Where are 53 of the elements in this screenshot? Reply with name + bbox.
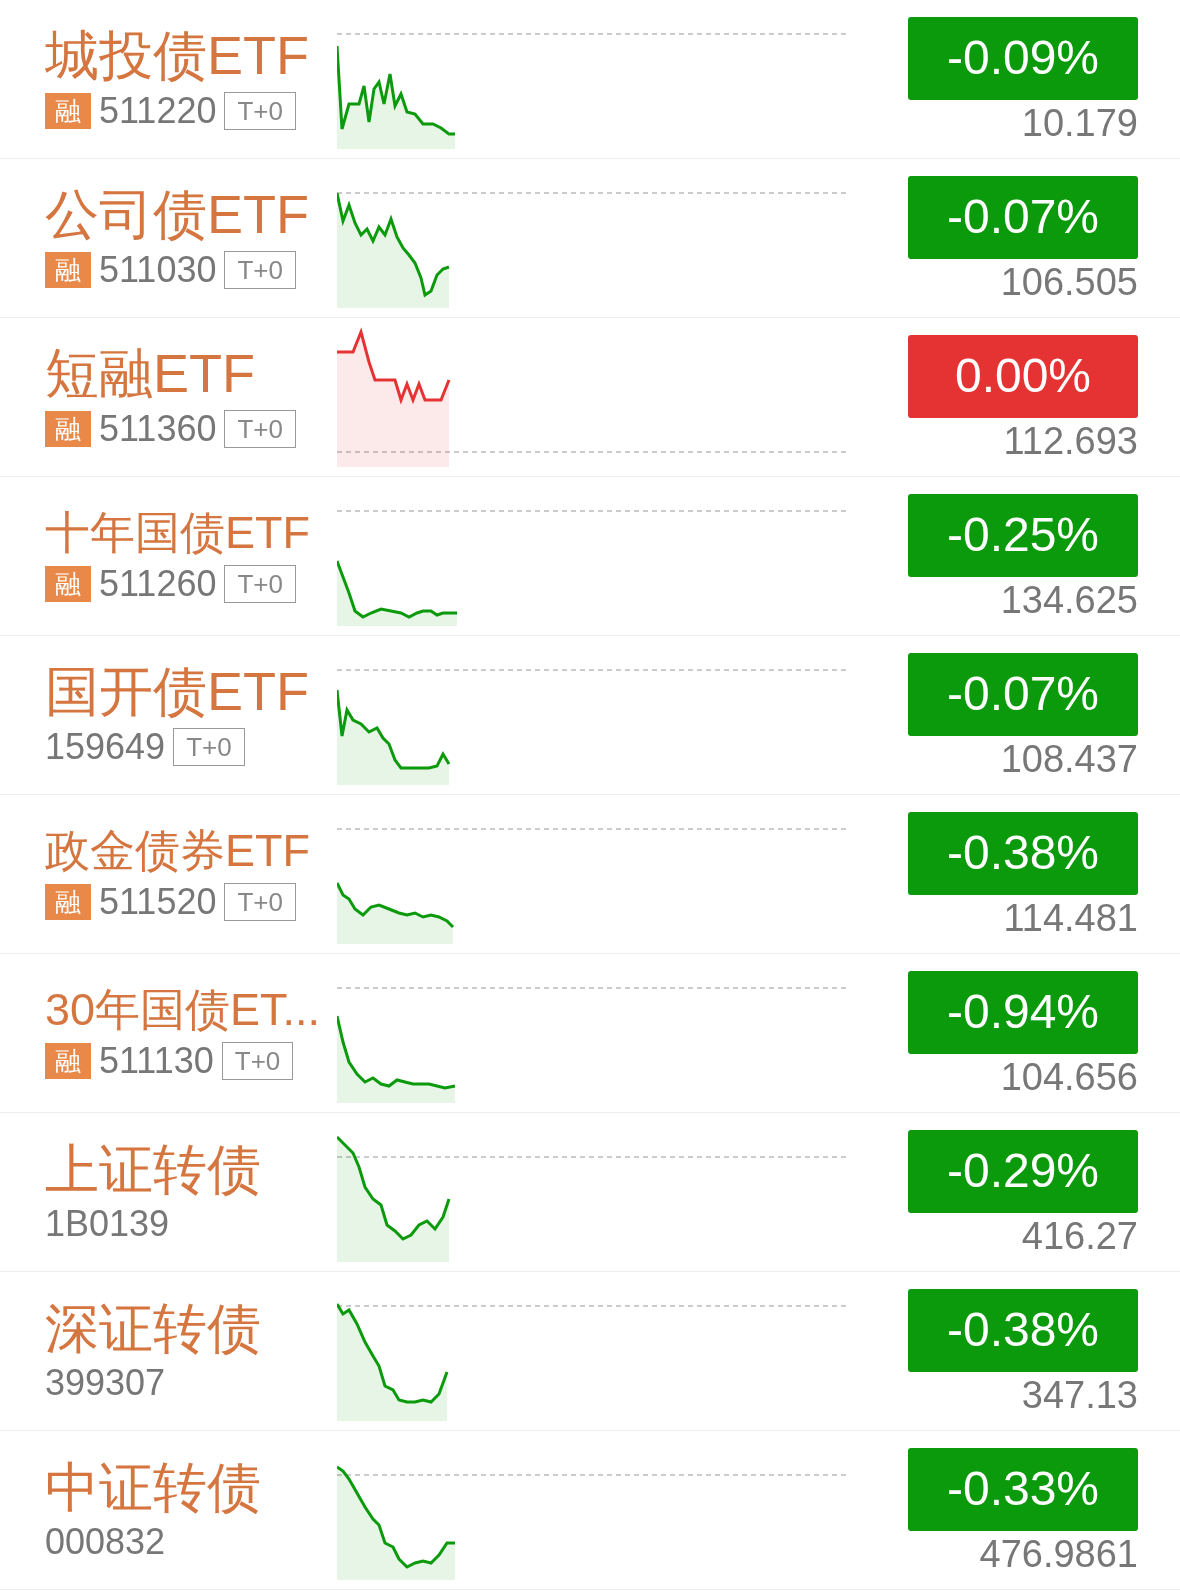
price: 104.656 (1000, 1057, 1138, 1096)
change-percent: -0.33% (908, 1447, 1138, 1531)
price: 347.13 (1021, 1375, 1138, 1414)
fund-name: 上证转债 (45, 1142, 262, 1196)
change-percent: -0.25% (908, 493, 1138, 577)
margin-badge: 融 (45, 252, 91, 288)
fund-name: 短融ETF (45, 346, 256, 400)
trading-tag: T+0 (224, 251, 296, 289)
fund-code: 511030 (99, 252, 217, 288)
fund-code: 511520 (99, 883, 217, 920)
price: 10.179 (1021, 103, 1138, 142)
price: 476.9861 (979, 1534, 1138, 1573)
price: 114.481 (1003, 898, 1138, 937)
change-percent: -0.09% (908, 16, 1138, 100)
fund-code: 399307 (45, 1365, 166, 1401)
fund-name: 30年国债ET... (45, 986, 322, 1032)
margin-badge: 融 (45, 411, 91, 447)
change-percent: 0.00% (908, 334, 1138, 418)
change-percent: -0.29% (908, 1129, 1138, 1213)
trading-tag: T+0 (221, 1041, 294, 1080)
fund-code: 511260 (99, 565, 217, 602)
margin-badge: 融 (45, 565, 91, 602)
fund-name: 十年国债ETF (45, 509, 311, 555)
fund-name: 公司债ETF (45, 187, 310, 241)
price: 106.505 (1000, 262, 1138, 301)
trading-tag: T+0 (173, 728, 245, 766)
price: 416.27 (1021, 1216, 1138, 1255)
fund-name: 中证转债 (45, 1460, 262, 1514)
price: 112.693 (1003, 421, 1138, 460)
trading-tag: T+0 (224, 882, 296, 921)
change-percent: -0.94% (908, 970, 1138, 1054)
fund-code: 000832 (45, 1524, 166, 1560)
trading-tag: T+0 (224, 92, 296, 130)
margin-badge: 融 (45, 1042, 91, 1079)
fund-code: 511130 (99, 1042, 214, 1079)
change-percent: -0.07% (908, 652, 1138, 736)
fund-name: 城投债ETF (45, 28, 310, 82)
fund-code: 159649 (45, 729, 166, 765)
trading-tag: T+0 (224, 564, 296, 603)
fund-name: 国开债ETF (45, 664, 310, 718)
price: 134.625 (1000, 580, 1138, 619)
change-percent: -0.07% (908, 175, 1138, 259)
fund-code: 511220 (99, 93, 217, 129)
trading-tag: T+0 (224, 410, 296, 448)
fund-code: 511360 (99, 411, 217, 447)
fund-name: 深证转债 (45, 1301, 262, 1355)
fund-code: 1B0139 (45, 1206, 170, 1242)
price: 108.437 (1000, 739, 1138, 778)
margin-badge: 融 (45, 93, 91, 129)
change-percent: -0.38% (908, 811, 1138, 895)
fund-name: 政金债券ETF (45, 827, 311, 873)
change-percent: -0.38% (908, 1288, 1138, 1372)
margin-badge: 融 (45, 883, 91, 920)
